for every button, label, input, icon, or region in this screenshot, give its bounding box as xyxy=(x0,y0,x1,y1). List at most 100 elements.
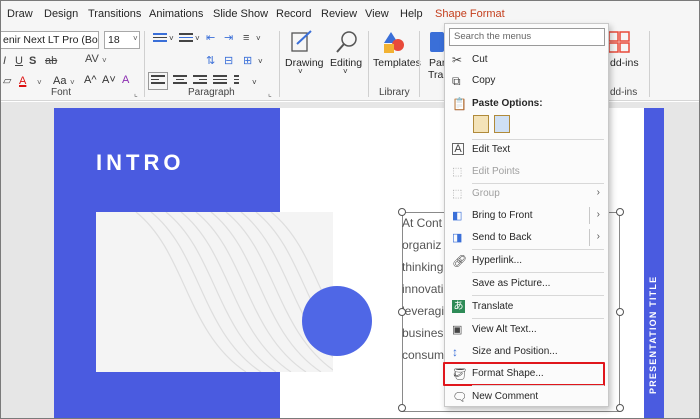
ribbon-separator xyxy=(649,31,650,97)
templates-button[interactable]: Templates xyxy=(371,27,421,83)
menu-item-view-alt-text[interactable]: ▣ View Alt Text... xyxy=(445,319,608,341)
menu-item-save-as-picture[interactable]: Save as Picture... xyxy=(445,273,608,295)
clipboard-icon: 📋 xyxy=(452,97,467,111)
chevron-right-icon[interactable]: › xyxy=(597,209,600,220)
edit-points-icon: ⬚ xyxy=(452,166,463,178)
menu-item-send-to-back[interactable]: ◨ Send to Back › xyxy=(445,227,608,249)
chevron-down-icon[interactable]: ˅ xyxy=(258,55,263,69)
justify-icon[interactable] xyxy=(213,75,227,87)
resize-handle[interactable] xyxy=(616,308,624,316)
eraser-icon[interactable]: ▱ xyxy=(3,74,11,88)
decrease-indent-icon[interactable]: ⇤ xyxy=(206,31,215,45)
resize-handle[interactable] xyxy=(398,404,406,412)
search-icon xyxy=(336,31,357,53)
menu-item-bring-to-front[interactable]: ◧ Bring to Front › xyxy=(445,205,608,227)
tab-record[interactable]: Record xyxy=(276,8,311,20)
grow-font-icon[interactable]: A^ xyxy=(84,73,97,87)
chevron-down-icon: ˅ xyxy=(298,67,303,76)
menu-item-size-and-position[interactable]: ↕ Size and Position... xyxy=(445,341,608,363)
chevron-right-icon[interactable]: › xyxy=(597,231,600,242)
paste-keep-formatting-icon[interactable] xyxy=(473,115,489,133)
dialog-launcher-icon[interactable]: ⌞ xyxy=(268,87,272,101)
bullets-icon[interactable] xyxy=(153,33,167,45)
add-ins-group-label: dd-ins xyxy=(610,87,638,98)
menu-item-label: Cut xyxy=(472,54,488,65)
tab-animations[interactable]: Animations xyxy=(149,8,203,20)
menu-search-input[interactable]: Search the menus xyxy=(449,28,605,46)
align-right-icon[interactable] xyxy=(193,75,207,87)
chevron-down-icon: ˅ xyxy=(343,67,348,76)
tab-help[interactable]: Help xyxy=(400,8,423,20)
paste-picture-icon[interactable] xyxy=(494,115,510,133)
resize-handle[interactable] xyxy=(398,308,406,316)
menu-item-label: View Alt Text... xyxy=(472,324,537,335)
clear-formatting-icon[interactable]: A xyxy=(122,73,129,87)
editing-button[interactable]: Editing ˅ xyxy=(326,27,366,83)
alt-text-icon: ▣ xyxy=(452,324,463,336)
body-line: thinking xyxy=(402,260,444,274)
underline-icon[interactable]: U xyxy=(15,54,23,68)
shadow-icon[interactable]: S xyxy=(29,54,36,68)
chevron-down-icon[interactable]: ˅ xyxy=(195,32,200,46)
tab-draw[interactable]: Draw xyxy=(7,8,33,20)
ribbon-separator xyxy=(368,31,369,97)
powerpoint-window: Draw Design Transitions Animations Slide… xyxy=(0,0,700,419)
tab-view[interactable]: View xyxy=(365,8,389,20)
columns-icon[interactable] xyxy=(234,75,248,87)
menu-item-hyperlink[interactable]: 🔗︎ Hyperlink... xyxy=(445,250,608,272)
font-color-icon[interactable]: A xyxy=(19,74,26,88)
resize-handle[interactable] xyxy=(398,208,406,216)
tab-review[interactable]: Review xyxy=(321,8,357,20)
wave-texture-image[interactable] xyxy=(96,212,333,372)
tab-design[interactable]: Design xyxy=(44,8,78,20)
font-group-label: Font xyxy=(51,87,72,98)
align-left-icon[interactable] xyxy=(148,72,168,90)
send-to-back-icon: ◨ xyxy=(452,232,463,244)
accent-circle[interactable] xyxy=(302,286,372,356)
smartart-icon[interactable]: ⊞ xyxy=(243,54,252,68)
chevron-down-icon[interactable]: ˅ xyxy=(133,32,138,46)
chevron-down-icon[interactable]: ˅ xyxy=(102,54,107,68)
tab-shape-format[interactable]: Shape Format xyxy=(435,8,505,20)
menu-item-edit-text[interactable]: A Edit Text xyxy=(445,139,608,161)
line-spacing-icon[interactable]: ≡ xyxy=(243,31,249,45)
add-ins-label: dd-ins xyxy=(610,57,639,69)
align-text-icon[interactable]: ⊟ xyxy=(224,54,233,68)
character-spacing-icon[interactable]: AV xyxy=(85,52,99,66)
change-case-icon[interactable]: Aa xyxy=(53,74,66,88)
text-direction-icon[interactable]: ⇅ xyxy=(206,54,215,68)
numbering-icon[interactable] xyxy=(179,33,193,45)
menu-item-paste-options: 📋 Paste Options: xyxy=(445,93,608,115)
menu-item-label: Edit Text xyxy=(472,144,511,155)
add-ins-button[interactable]: dd-ins xyxy=(606,27,646,83)
shapes-icon xyxy=(291,30,312,52)
scissors-icon: ✂ xyxy=(452,53,463,67)
resize-handle[interactable] xyxy=(616,404,624,412)
menu-item-edit-points: ⬚ Edit Points xyxy=(445,161,608,183)
chevron-down-icon[interactable]: ˅ xyxy=(169,32,174,46)
italic-icon[interactable]: I xyxy=(3,54,6,68)
paragraph-translate-button[interactable]: Para Tran xyxy=(423,27,451,83)
font-name-dropdown[interactable]: enir Next LT Pro (Body) xyxy=(1,31,99,49)
menu-item-cut[interactable]: ✂ Cut xyxy=(445,49,608,71)
chevron-down-icon[interactable]: ˅ xyxy=(252,76,257,90)
align-center-icon[interactable] xyxy=(173,75,187,87)
chevron-down-icon[interactable]: ˅ xyxy=(256,32,261,46)
menu-item-label: Send to Back xyxy=(472,232,532,243)
menu-item-new-comment[interactable]: 🗨︎ New Comment xyxy=(445,386,608,408)
translate-icon: あ xyxy=(452,300,465,313)
dialog-launcher-icon[interactable]: ⌞ xyxy=(134,87,138,101)
strikethrough-icon[interactable]: ab xyxy=(45,54,57,68)
tab-slide-show[interactable]: Slide Show xyxy=(213,8,268,20)
shrink-font-icon[interactable]: A˅ xyxy=(102,73,116,87)
chevron-down-icon[interactable]: ˅ xyxy=(37,76,42,90)
slide-title[interactable]: INTRO xyxy=(96,150,184,176)
resize-handle[interactable] xyxy=(616,208,624,216)
menu-item-translate[interactable]: あ Translate xyxy=(445,296,608,318)
menu-item-copy[interactable]: ⧉ Copy xyxy=(445,70,608,92)
increase-indent-icon[interactable]: ⇥ xyxy=(224,31,233,45)
tab-transitions[interactable]: Transitions xyxy=(88,8,141,20)
split-divider xyxy=(589,207,590,224)
drawing-button[interactable]: Drawing ˅ xyxy=(283,27,324,83)
drawing-label: Drawing xyxy=(285,57,324,69)
